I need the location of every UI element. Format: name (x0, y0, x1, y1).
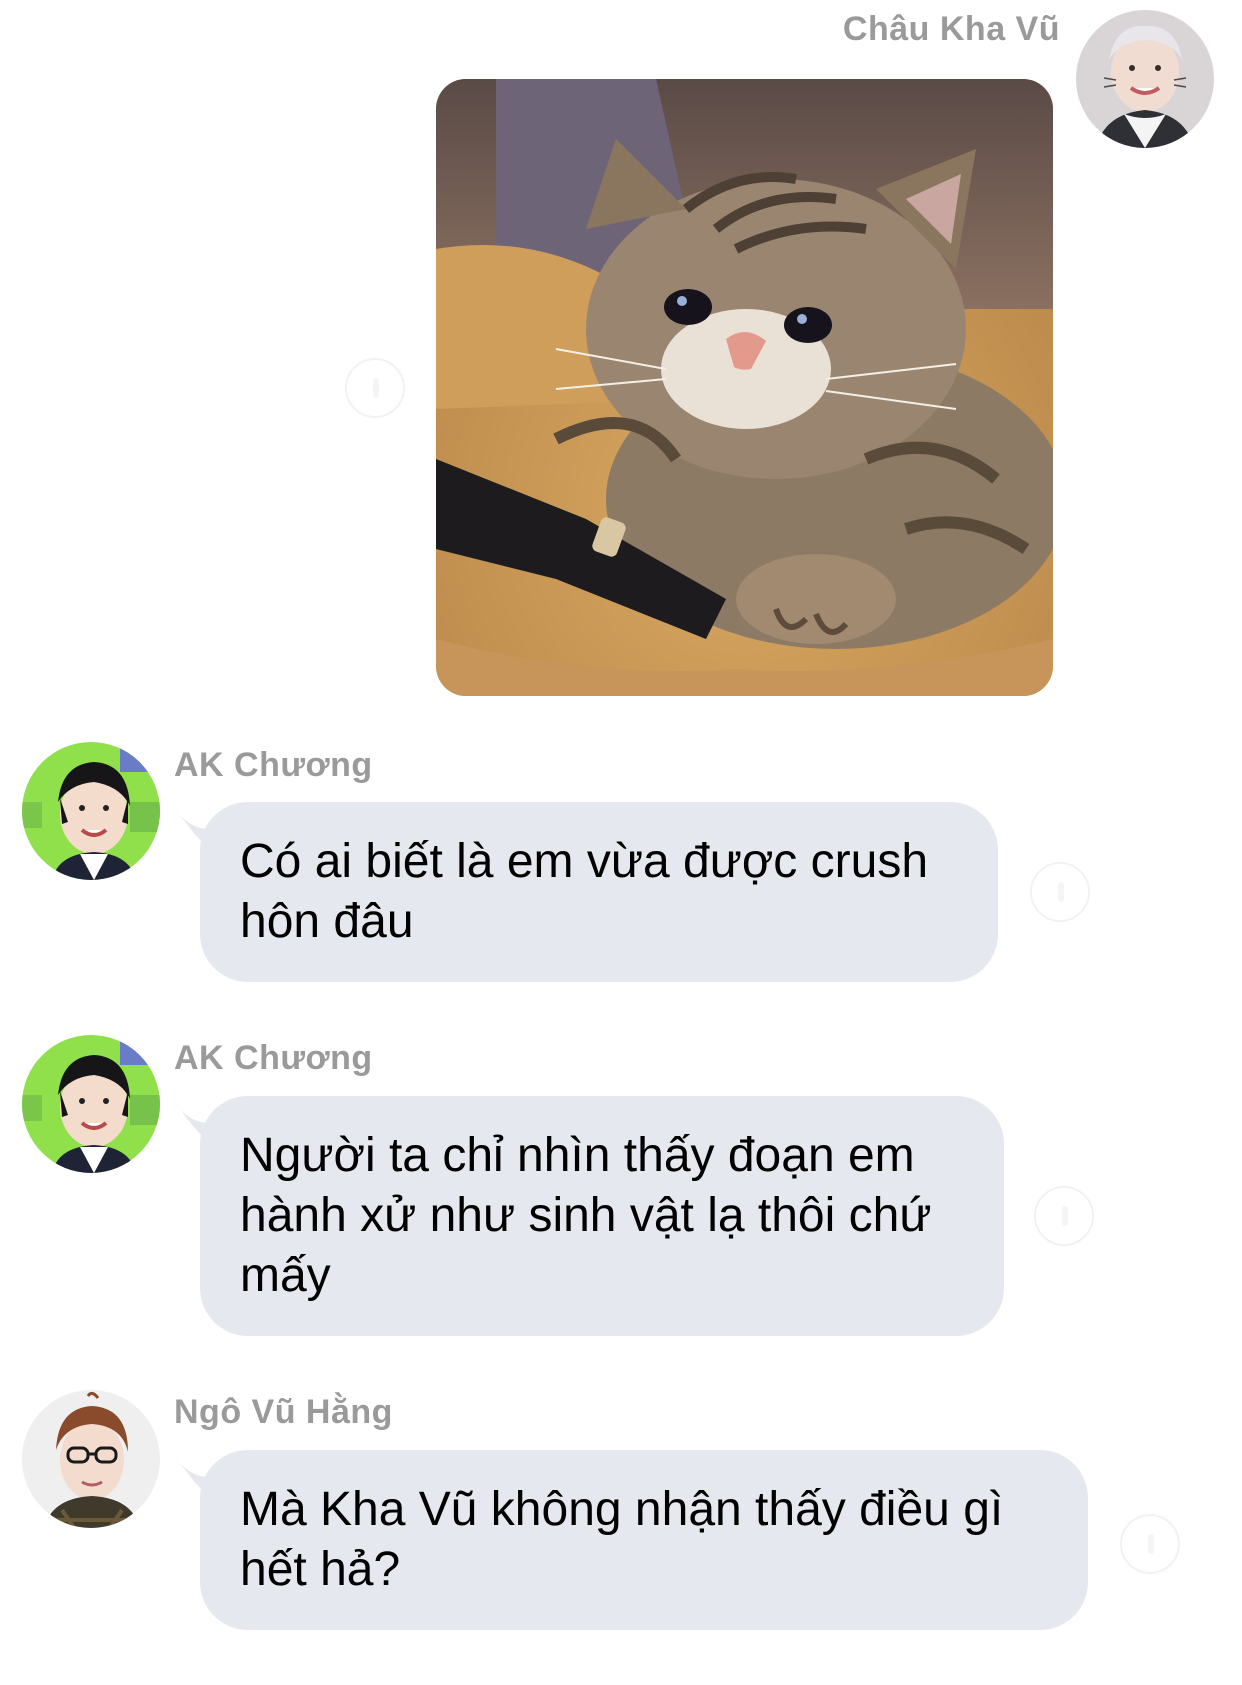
sender-name-ak-chuong: AK Chương (174, 746, 373, 784)
crying-cat-sticker[interactable] (436, 79, 1053, 696)
sender-name-chau-kha-vu: Châu Kha Vũ (842, 10, 1060, 48)
avatar-chau-kha-vu[interactable] (1076, 10, 1214, 148)
message-bubble[interactable]: Mà Kha Vũ không nhận thấy điều gì hết hả… (200, 1450, 1088, 1630)
react-icon[interactable] (1034, 1186, 1094, 1246)
avatar-ak-chuong[interactable] (22, 1035, 160, 1173)
message-bubble[interactable]: Có ai biết là em vừa được crush hôn đâu (200, 802, 998, 982)
avatar-ngo-vu-hang[interactable] (22, 1390, 160, 1528)
sender-name-ngo-vu-hang: Ngô Vũ Hằng (174, 1393, 393, 1431)
react-icon[interactable] (345, 358, 405, 418)
react-icon[interactable] (1030, 862, 1090, 922)
message-bubble[interactable]: Người ta chỉ nhìn thấy đoạn em hành xử n… (200, 1096, 1004, 1336)
react-icon[interactable] (1120, 1514, 1180, 1574)
avatar-ak-chuong[interactable] (22, 742, 160, 880)
sender-name-ak-chuong: AK Chương (174, 1039, 373, 1077)
